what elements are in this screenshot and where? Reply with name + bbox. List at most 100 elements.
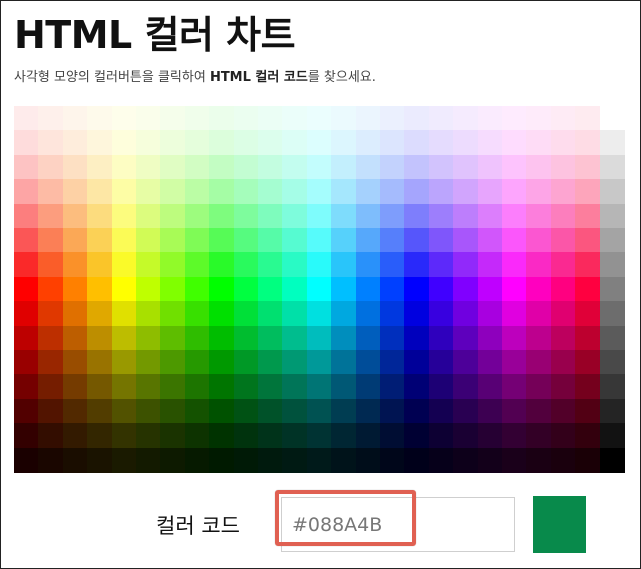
color-cell[interactable] <box>355 447 381 473</box>
color-cell[interactable] <box>111 447 137 473</box>
color-cell[interactable] <box>87 203 113 229</box>
color-cell[interactable] <box>453 179 479 205</box>
color-cell[interactable] <box>306 179 332 205</box>
color-cell[interactable] <box>38 203 64 229</box>
color-cell[interactable] <box>428 301 454 327</box>
color-cell[interactable] <box>258 350 283 375</box>
color-cell[interactable] <box>477 423 503 449</box>
color-cell[interactable] <box>233 325 259 351</box>
color-cell[interactable] <box>62 374 88 400</box>
color-cell[interactable] <box>111 252 137 278</box>
color-cell[interactable] <box>136 301 161 327</box>
color-cell[interactable] <box>282 374 308 400</box>
color-cell[interactable] <box>526 228 552 253</box>
color-cell[interactable] <box>111 398 137 424</box>
color-cell[interactable] <box>306 423 332 449</box>
color-cell[interactable] <box>380 228 405 253</box>
color-cell[interactable] <box>233 179 259 205</box>
color-cell[interactable] <box>160 228 186 253</box>
color-cell[interactable] <box>550 423 576 449</box>
color-cell[interactable] <box>233 301 259 327</box>
color-cell[interactable] <box>502 447 527 473</box>
color-cell[interactable] <box>209 154 235 180</box>
color-cell[interactable] <box>282 423 308 449</box>
color-cell[interactable] <box>404 325 430 351</box>
color-cell[interactable] <box>136 106 161 131</box>
color-cell[interactable] <box>380 350 405 375</box>
color-cell[interactable] <box>160 179 186 205</box>
color-cell[interactable] <box>306 325 332 351</box>
color-cell[interactable] <box>62 301 88 327</box>
color-cell[interactable] <box>380 374 405 400</box>
color-cell[interactable] <box>233 374 259 400</box>
color-cell[interactable] <box>477 154 503 180</box>
color-cell[interactable] <box>209 447 235 473</box>
color-cell[interactable] <box>87 130 113 156</box>
color-cell[interactable] <box>404 350 430 375</box>
color-cell[interactable] <box>62 228 88 253</box>
color-cell[interactable] <box>428 325 454 351</box>
color-cell[interactable] <box>62 203 88 229</box>
color-cell[interactable] <box>355 154 381 180</box>
color-cell[interactable] <box>526 423 552 449</box>
color-cell[interactable] <box>233 276 259 302</box>
color-cell[interactable] <box>136 203 161 229</box>
color-cell[interactable] <box>331 106 357 131</box>
color-cell[interactable] <box>355 301 381 327</box>
color-cell[interactable] <box>550 228 576 253</box>
color-cell[interactable] <box>453 154 479 180</box>
color-cell[interactable] <box>428 276 454 302</box>
color-cell[interactable] <box>111 325 137 351</box>
color-cell[interactable] <box>550 179 576 205</box>
color-cell[interactable] <box>355 276 381 302</box>
color-cell[interactable] <box>526 350 552 375</box>
color-cell[interactable] <box>355 130 381 156</box>
color-cell[interactable] <box>233 130 259 156</box>
color-cell[interactable] <box>331 203 357 229</box>
color-cell[interactable] <box>428 398 454 424</box>
color-cell[interactable] <box>136 130 161 156</box>
color-cell[interactable] <box>502 398 527 424</box>
color-cell[interactable] <box>355 350 381 375</box>
color-cell[interactable] <box>209 228 235 253</box>
color-cell[interactable] <box>453 252 479 278</box>
color-cell[interactable] <box>575 154 601 180</box>
color-cell[interactable] <box>87 301 113 327</box>
color-cell[interactable] <box>526 154 552 180</box>
color-cell[interactable] <box>14 374 39 400</box>
color-cell[interactable] <box>14 130 39 156</box>
color-cell[interactable] <box>331 423 357 449</box>
color-cell[interactable] <box>428 374 454 400</box>
color-cell[interactable] <box>526 276 552 302</box>
color-cell[interactable] <box>258 325 283 351</box>
color-cell[interactable] <box>453 276 479 302</box>
color-cell[interactable] <box>306 447 332 473</box>
color-cell[interactable] <box>502 350 527 375</box>
color-cell[interactable] <box>136 276 161 302</box>
color-cell[interactable] <box>306 203 332 229</box>
color-cell[interactable] <box>526 301 552 327</box>
color-cell[interactable] <box>477 179 503 205</box>
color-cell[interactable] <box>14 203 39 229</box>
color-cell[interactable] <box>111 154 137 180</box>
color-cell[interactable] <box>111 301 137 327</box>
color-cell[interactable] <box>331 154 357 180</box>
color-cell[interactable] <box>355 228 381 253</box>
color-cell[interactable] <box>209 301 235 327</box>
color-cell[interactable] <box>62 325 88 351</box>
color-cell[interactable] <box>87 398 113 424</box>
color-cell[interactable] <box>14 325 39 351</box>
color-cell[interactable] <box>258 398 283 424</box>
color-cell[interactable] <box>355 423 381 449</box>
color-cell[interactable] <box>355 252 381 278</box>
color-cell[interactable] <box>550 106 576 131</box>
color-cell[interactable] <box>184 374 210 400</box>
color-cell[interactable] <box>136 252 161 278</box>
color-cell[interactable] <box>380 179 405 205</box>
gray-cell[interactable] <box>599 301 625 327</box>
color-cell[interactable] <box>453 203 479 229</box>
color-cell[interactable] <box>428 228 454 253</box>
color-cell[interactable] <box>380 130 405 156</box>
color-cell[interactable] <box>209 179 235 205</box>
color-cell[interactable] <box>550 252 576 278</box>
